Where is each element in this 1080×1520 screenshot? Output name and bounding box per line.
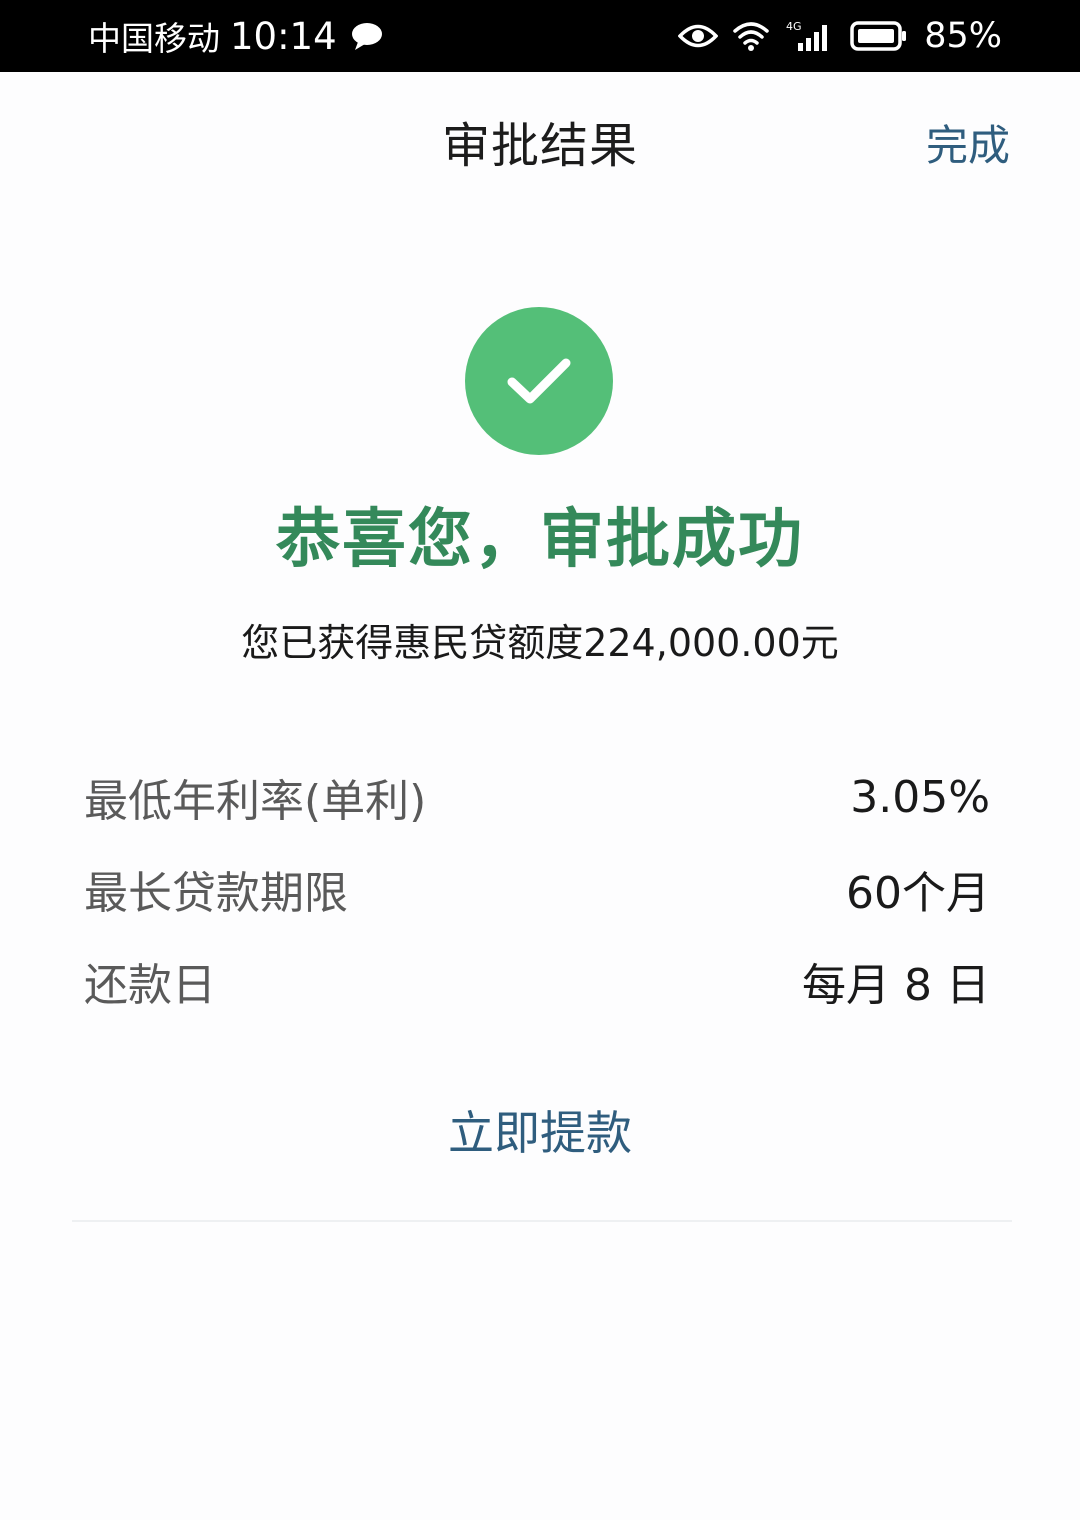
detail-row-loan-term: 最长贷款期限 60个月: [84, 854, 990, 924]
status-bar: 中国移动 10:14 4G 85%: [0, 0, 1080, 72]
navigation-bar: 审批结果 完成: [0, 72, 1080, 202]
battery-percentage: 85%: [924, 16, 1002, 56]
battery-icon: [850, 21, 908, 51]
interest-rate-value: 3.05%: [850, 771, 990, 823]
success-check-icon: [465, 307, 613, 455]
network-type-label: 4G: [786, 20, 802, 33]
chat-bubble-icon: [351, 21, 383, 51]
wifi-icon: [732, 20, 770, 52]
detail-row-interest-rate: 最低年利率(单利) 3.05%: [84, 762, 990, 832]
status-right: 4G 85%: [678, 0, 1002, 72]
approval-result-page: 中国移动 10:14 4G 85% 审批结果 完成 恭喜您，审批成功 您已获得惠…: [0, 0, 1080, 1520]
repayment-day-label: 还款日: [84, 960, 216, 1011]
credit-quota-text: 您已获得惠民贷额度224,000.00元: [241, 621, 839, 665]
loan-term-label: 最长贷款期限: [84, 868, 348, 919]
loan-term-value: 60个月: [846, 868, 990, 919]
divider: [72, 1220, 1012, 1222]
carrier-name: 中国移动: [88, 19, 220, 58]
repayment-day-value: 每月 8 日: [802, 960, 990, 1011]
page-title: 审批结果: [441, 118, 638, 174]
success-title: 恭喜您，审批成功: [276, 503, 804, 577]
signal-icon: 4G: [784, 19, 836, 53]
withdraw-now-button[interactable]: 立即提款: [340, 1090, 740, 1170]
status-left: 中国移动 10:14: [88, 0, 383, 72]
detail-row-repayment-day: 还款日 每月 8 日: [84, 946, 990, 1016]
interest-rate-label: 最低年利率(单利): [84, 776, 427, 827]
done-button[interactable]: 完成: [926, 112, 1010, 173]
eye-icon: [678, 23, 719, 49]
status-time: 10:14: [230, 14, 337, 58]
